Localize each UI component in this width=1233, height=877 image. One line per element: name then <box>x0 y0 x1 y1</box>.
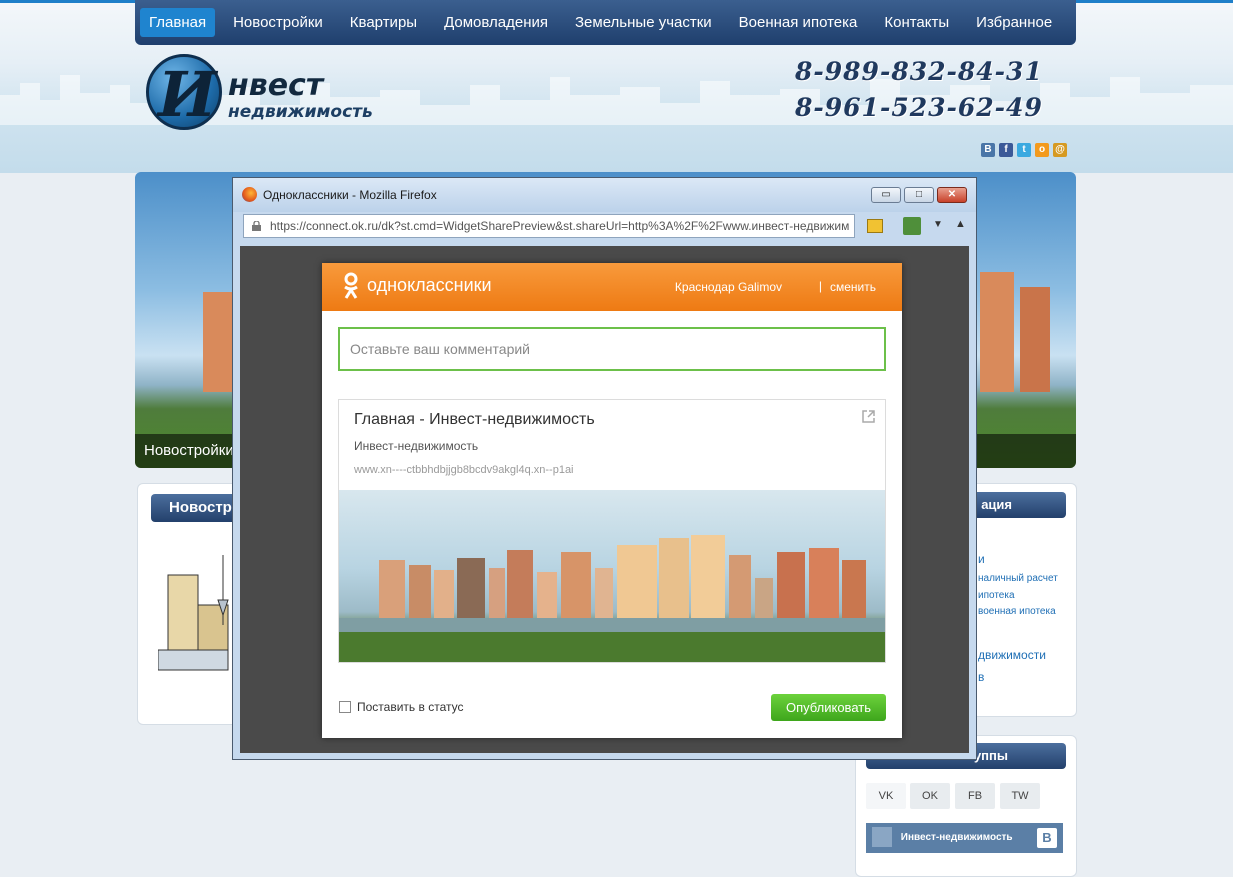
banner-building <box>980 272 1014 392</box>
phone-number-1: 8-989-832-84-31 <box>795 57 1043 86</box>
sidebar-link[interactable]: наличный расчет <box>978 573 1058 584</box>
group-avatar <box>872 827 892 848</box>
nav-item-new-buildings[interactable]: Новостройки <box>224 8 332 37</box>
ok-header: одноклассники Краснодар Galimov | сменит… <box>322 263 902 311</box>
share-preview-card: Главная - Инвест-недвижимость Инвест-нед… <box>338 399 886 663</box>
window-titlebar[interactable]: Одноклассники - Mozilla Firefox ▭ □ ✕ <box>233 178 976 212</box>
scroll-up-icon[interactable]: ▲ <box>955 218 966 230</box>
nav-item-home[interactable]: Главная <box>140 8 216 37</box>
set-status-checkbox[interactable] <box>339 701 351 713</box>
banner-building <box>203 292 233 392</box>
ok-user-name[interactable]: Краснодар Galimov <box>675 280 782 294</box>
sidebar-link[interactable]: в <box>978 670 984 684</box>
main-navigation: Главная Новостройки Квартиры Домовладени… <box>135 0 1076 45</box>
minimize-button[interactable]: ▭ <box>871 187 901 203</box>
sidebar-link[interactable]: ипотека <box>978 590 1015 601</box>
change-user-link[interactable]: сменить <box>830 280 876 294</box>
tab-fb[interactable]: FB <box>955 783 995 809</box>
facebook-icon[interactable]: f <box>999 143 1013 157</box>
address-bar[interactable]: https://connect.ok.ru/dk?st.cmd=WidgetSh… <box>243 214 855 238</box>
firefox-popup-window: Одноклассники - Mozilla Firefox ▭ □ ✕ ht… <box>232 177 977 760</box>
logo-text-sub: недвижимость <box>228 102 373 122</box>
popup-content-area: одноклассники Краснодар Galimov | сменит… <box>240 246 969 753</box>
preview-title: Главная - Инвест-недвижимость <box>354 411 595 428</box>
site-logo[interactable]: И нвест недвижимость <box>146 52 426 134</box>
building-illustration <box>158 555 229 671</box>
set-status-label: Поставить в статус <box>357 700 464 714</box>
phone-numbers: 8-989-832-84-31 8-961-523-62-49 <box>795 54 1065 126</box>
nav-item-military-mortgage[interactable]: Военная ипотека <box>730 8 867 37</box>
sidebar-link[interactable]: движимости <box>978 648 1046 662</box>
vk-group-widget[interactable]: Инвест-недвижимость B <box>866 823 1063 853</box>
sidebar-link[interactable]: военная ипотека <box>978 606 1056 617</box>
dropdown-icon[interactable]: ▼ <box>933 219 943 230</box>
preview-url: www.xn----ctbbhdbjjgb8bcdv9akgl4q.xn--p1… <box>354 464 574 476</box>
tab-tw[interactable]: TW <box>1000 783 1040 809</box>
ok-logo-icon <box>344 272 358 299</box>
preview-photo-buildings <box>339 535 885 662</box>
banner-building <box>1020 287 1050 392</box>
preview-image <box>339 490 885 662</box>
firefox-icon <box>242 187 257 202</box>
twitter-icon[interactable]: t <box>1017 143 1031 157</box>
comment-input[interactable]: Оставьте ваш комментарий <box>338 327 886 371</box>
nav-item-apartments[interactable]: Квартиры <box>341 8 426 37</box>
nav-item-contacts[interactable]: Контакты <box>875 8 958 37</box>
ok-share-dialog: одноклассники Краснодар Galimov | сменит… <box>322 263 902 738</box>
nav-item-land-plots[interactable]: Земельные участки <box>566 8 721 37</box>
logo-letter: И <box>158 58 217 131</box>
close-button[interactable]: ✕ <box>937 187 967 203</box>
sidebar-link[interactable]: и <box>978 552 985 566</box>
odnoklassniki-icon[interactable]: о <box>1035 143 1049 157</box>
vk-icon[interactable]: В <box>981 143 995 157</box>
phone-number-2: 8-961-523-62-49 <box>795 93 1043 122</box>
ok-brand-name: одноклассники <box>367 275 492 295</box>
extension-icon[interactable] <box>867 219 883 233</box>
logo-text-main: нвест <box>228 68 324 103</box>
tab-vk[interactable]: VK <box>866 783 906 809</box>
nav-item-favorites[interactable]: Избранное <box>967 8 1061 37</box>
url-text: https://connect.ok.ru/dk?st.cmd=WidgetSh… <box>270 219 850 233</box>
tab-ok[interactable]: OK <box>910 783 950 809</box>
header-separator: | <box>818 279 822 293</box>
nav-item-houses[interactable]: Домовладения <box>435 8 557 37</box>
lock-icon <box>252 221 261 231</box>
mail-icon[interactable]: @ <box>1053 143 1067 157</box>
vk-group-name: Инвест-недвижимость <box>900 832 1013 843</box>
preview-subtitle: Инвест-недвижимость <box>354 439 479 453</box>
external-link-icon[interactable] <box>861 409 876 424</box>
window-title: Одноклассники - Mozilla Firefox <box>263 188 437 202</box>
addon-icon[interactable] <box>903 217 921 235</box>
maximize-button[interactable]: □ <box>904 187 934 203</box>
vk-logo-icon: B <box>1037 828 1057 848</box>
publish-button[interactable]: Опубликовать <box>771 694 886 721</box>
